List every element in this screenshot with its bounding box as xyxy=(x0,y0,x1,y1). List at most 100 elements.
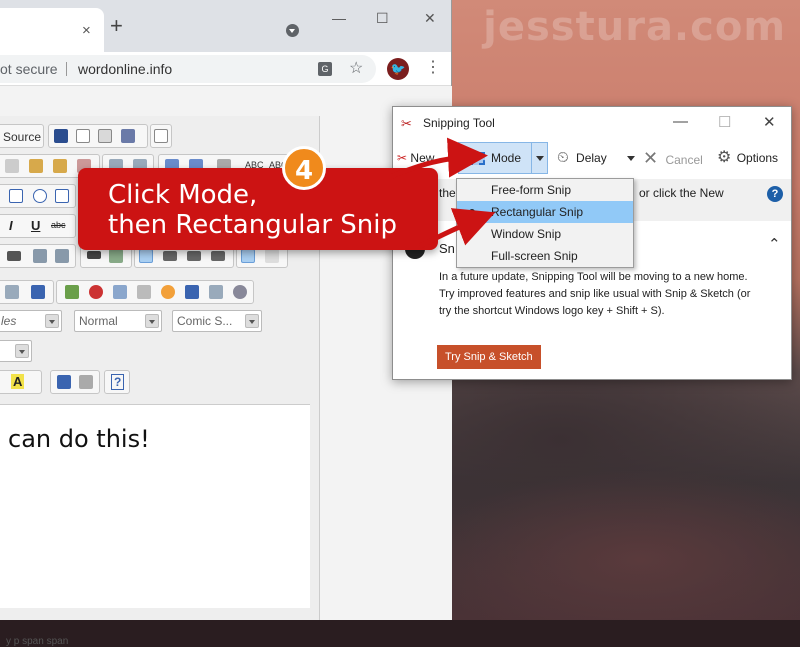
toolbar-row-6 xyxy=(0,280,320,306)
new-snip-icon: ✂ xyxy=(397,151,408,165)
mode-menu: Free-form Snip Rectangular Snip Window S… xyxy=(456,178,634,268)
div-icon[interactable] xyxy=(109,249,123,263)
editor-help-button[interactable]: ? xyxy=(111,374,125,390)
paste-text-icon[interactable] xyxy=(53,159,67,173)
tools-group xyxy=(50,370,100,394)
instruction-line-1: Click Mode, xyxy=(108,180,258,210)
step-badge: 4 xyxy=(282,146,326,190)
iframe-icon[interactable] xyxy=(233,285,247,299)
chevron-down-icon[interactable] xyxy=(15,344,29,358)
align-left-icon[interactable] xyxy=(139,249,153,263)
new-snip-button[interactable]: ✂ New xyxy=(397,147,434,169)
tab-search-icon[interactable] xyxy=(286,24,299,37)
browser-minimize-button[interactable]: — xyxy=(332,10,346,26)
ltr-icon[interactable] xyxy=(241,249,255,263)
cancel-label: Cancel xyxy=(665,153,703,167)
underline-button[interactable]: U xyxy=(31,218,40,233)
snip-maximize-button[interactable]: ☐ xyxy=(718,113,731,131)
italic-button[interactable]: I xyxy=(9,218,13,233)
options-button[interactable]: ⚙ Options xyxy=(717,147,778,169)
rtl-icon[interactable] xyxy=(265,249,279,263)
translate-icon[interactable]: G xyxy=(318,62,332,76)
snip-close-button[interactable]: ✕ xyxy=(763,113,776,131)
browser-tab[interactable]: × xyxy=(0,8,104,52)
delay-button[interactable]: ⏲ Delay xyxy=(557,147,635,169)
indent-icon[interactable] xyxy=(55,249,69,263)
print-icon[interactable] xyxy=(121,129,135,143)
blockquote-icon[interactable] xyxy=(87,251,101,259)
cut-icon[interactable] xyxy=(5,159,19,173)
chevron-down-icon[interactable] xyxy=(45,314,59,328)
color-tools: A xyxy=(0,370,42,394)
options-label: Options xyxy=(736,151,779,165)
font-combo[interactable]: Comic S... xyxy=(172,310,262,332)
save-icon[interactable] xyxy=(54,129,68,143)
maximize-icon[interactable] xyxy=(57,375,71,389)
browser-menu-icon[interactable]: ⋮ xyxy=(425,57,441,77)
horizontal-line-icon[interactable] xyxy=(137,285,151,299)
omnibox[interactable]: ot secure wordonline.info G ☆ xyxy=(0,55,376,83)
anchor-icon[interactable] xyxy=(31,285,45,299)
cancel-button[interactable]: ✕ Cancel xyxy=(643,147,703,169)
toolbar-row-8 xyxy=(0,340,320,366)
strikethrough-button[interactable]: abc xyxy=(51,220,66,230)
checkbox-icon[interactable] xyxy=(9,189,23,203)
menu-item-window[interactable]: Window Snip xyxy=(457,223,633,245)
security-indicator[interactable]: ot secure xyxy=(0,55,58,83)
mode-dropdown-button[interactable] xyxy=(531,143,548,173)
paste-icon[interactable] xyxy=(29,159,43,173)
gear-icon: ⚙ xyxy=(717,149,732,166)
tab-close-icon[interactable]: × xyxy=(82,22,91,39)
window-title: Snipping Tool xyxy=(423,116,495,130)
styles-combo-value: les xyxy=(1,314,17,328)
format-combo[interactable]: Normal xyxy=(74,310,162,332)
bg-color-button[interactable]: A xyxy=(11,374,25,389)
link-icon[interactable] xyxy=(5,285,19,299)
url-text[interactable]: wordonline.info xyxy=(78,55,172,83)
bookmark-star-icon[interactable]: ☆ xyxy=(349,55,363,83)
browser-maximize-button[interactable]: ☐ xyxy=(376,10,389,27)
justify-icon[interactable] xyxy=(211,251,225,261)
align-right-icon[interactable] xyxy=(187,251,201,261)
try-snip-sketch-button[interactable]: Try Snip & Sketch xyxy=(437,345,541,369)
collapse-icon[interactable]: ⌃ xyxy=(768,235,781,253)
page-break-icon[interactable] xyxy=(209,285,223,299)
new-page-icon[interactable] xyxy=(76,129,90,143)
image-icon[interactable] xyxy=(65,285,79,299)
font-combo-value: Comic S... xyxy=(177,314,233,328)
menu-item-free-form[interactable]: Free-form Snip xyxy=(457,179,633,201)
styles-combo[interactable]: les xyxy=(0,310,62,332)
table-icon[interactable] xyxy=(113,285,127,299)
show-blocks-icon[interactable] xyxy=(79,375,93,389)
flash-icon[interactable] xyxy=(89,285,103,299)
templates-icon[interactable] xyxy=(154,129,168,143)
smiley-icon[interactable] xyxy=(161,285,175,299)
menu-item-full-screen[interactable]: Full-screen Snip xyxy=(457,245,633,267)
editor-content-area[interactable]: can do this! xyxy=(0,404,310,608)
snipping-toolbar: ✂ New Mode ⏲ Delay ✕ Cancel ⚙ Options xyxy=(393,139,791,179)
outdent-icon[interactable] xyxy=(33,249,47,263)
preview-icon[interactable] xyxy=(98,129,112,143)
menu-item-rectangular[interactable]: Rectangular Snip xyxy=(457,201,633,223)
chevron-down-icon[interactable] xyxy=(145,314,159,328)
chevron-down-icon[interactable] xyxy=(627,156,635,161)
textfield-icon[interactable] xyxy=(55,189,69,203)
chevron-down-icon[interactable] xyxy=(245,314,259,328)
help-icon[interactable]: ? xyxy=(767,186,783,202)
browser-close-button[interactable]: ✕ xyxy=(424,10,436,27)
special-char-icon[interactable] xyxy=(185,285,199,299)
profile-avatar[interactable]: 🐦 xyxy=(387,58,409,80)
size-combo[interactable] xyxy=(0,340,32,362)
radio-icon[interactable] xyxy=(33,189,47,203)
watermark: jesstura.com xyxy=(483,4,786,50)
bulleted-list-icon[interactable] xyxy=(7,251,21,261)
editor-text[interactable]: can do this! xyxy=(8,425,150,453)
element-path[interactable]: y p span span xyxy=(6,636,68,647)
align-center-icon[interactable] xyxy=(163,251,177,261)
link-tools xyxy=(0,280,54,304)
new-tab-button[interactable]: + xyxy=(110,15,123,37)
delay-label: Delay xyxy=(576,151,607,165)
source-button[interactable]: Source xyxy=(0,124,44,148)
mode-button[interactable]: Mode xyxy=(458,142,548,174)
snip-minimize-button[interactable]: — xyxy=(673,113,688,130)
